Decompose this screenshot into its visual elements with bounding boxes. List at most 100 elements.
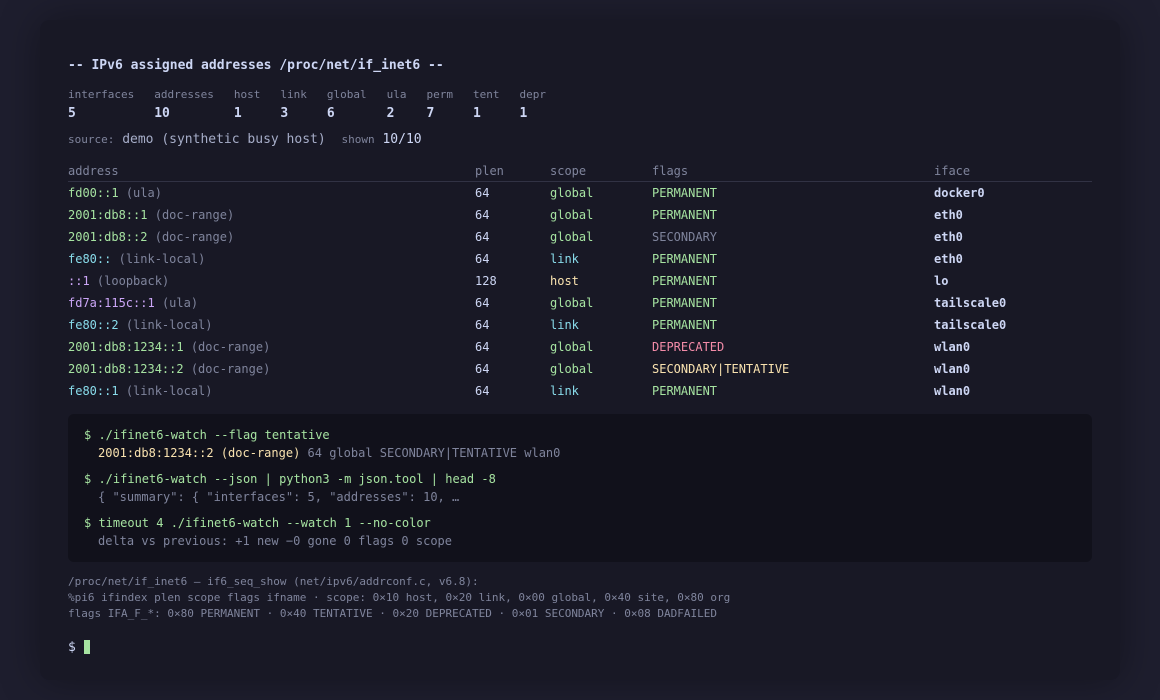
scope-cell: global: [550, 362, 594, 376]
scope-cell: link: [550, 384, 579, 398]
column-header-flags: flags: [652, 161, 934, 182]
address-cell: fe80::1 (link-local): [68, 380, 475, 402]
stat-value: 1: [472, 106, 481, 121]
column-header-iface: iface: [934, 161, 1092, 182]
plen-cell: 64: [475, 296, 490, 310]
table-row: fd00::1 (ula) 64 global PERMANENT docker…: [68, 182, 1092, 205]
address-annotation: (loopback): [96, 274, 170, 288]
stat-value: 6: [326, 106, 335, 121]
stat-perm: perm 7: [426, 88, 453, 123]
flags-cell: SECONDARY: [652, 230, 718, 244]
stat-value: 3: [280, 106, 289, 121]
iface-cell: eth0: [934, 252, 963, 266]
text-cursor: [83, 640, 90, 654]
flags-cell: PERMANENT: [652, 274, 718, 288]
address-cell: 2001:db8:1234::2 (doc-range): [68, 358, 475, 380]
output-text: 64 global SECONDARY|TENTATIVE wlan0: [300, 446, 561, 460]
flags-cell: PERMANENT: [652, 186, 718, 200]
address-value: 2001:db8:1234::2: [68, 362, 184, 376]
column-header-scope: scope: [550, 161, 652, 182]
command-history-box: $ ./ifinet6-watch --flag tentative 2001:…: [68, 414, 1092, 562]
stat-addresses: addresses 10: [154, 88, 214, 123]
plen-cell: 128: [475, 274, 497, 288]
terminal-content: -- IPv6 assigned addresses /proc/net/if_…: [68, 56, 1092, 656]
table-row: fe80:: (link-local) 64 link PERMANENT et…: [68, 248, 1092, 270]
stats-bar: interfaces 5 addresses 10 host 1 link 3 …: [68, 88, 1092, 123]
scope-cell: link: [550, 252, 579, 266]
scope-cell: global: [550, 296, 594, 310]
flags-cell: PERMANENT: [652, 318, 718, 332]
address-value: 2001:db8:1234::1: [68, 340, 184, 354]
address-value: fe80::1: [68, 384, 119, 398]
table-row: 2001:db8:1234::1 (doc-range) 64 global D…: [68, 336, 1092, 358]
iface-cell: wlan0: [934, 340, 971, 354]
stat-label: global: [326, 88, 367, 101]
table-row: 2001:db8:1234::2 (doc-range) 64 global S…: [68, 358, 1092, 380]
address-annotation: (link-local): [125, 384, 213, 398]
address-value: 2001:db8::1: [68, 208, 148, 222]
stat-interfaces: interfaces 5: [68, 88, 134, 123]
command-output: 2001:db8:1234::2 (doc-range) 64 global S…: [84, 444, 1076, 462]
prompt-symbol: $: [68, 639, 76, 655]
stat-ula: ula 2: [387, 88, 407, 123]
flags-cell: DEPRECATED: [652, 340, 725, 354]
source-value: demo (synthetic busy host): [122, 132, 326, 147]
address-table: address plen scope flags iface fd00::1 (…: [68, 161, 1092, 402]
stat-label: tent: [472, 88, 500, 101]
address-value: fe80::2: [68, 318, 119, 332]
stat-depr: depr 1: [519, 88, 546, 123]
table-row: ::1 (loopback) 128 host PERMANENT lo: [68, 270, 1092, 292]
stat-label: perm: [426, 88, 453, 101]
flags-cell: PERMANENT: [652, 252, 718, 266]
plen-cell: 64: [475, 318, 490, 332]
iface-cell: wlan0: [934, 362, 971, 376]
iface-cell: tailscale0: [934, 318, 1007, 332]
address-value: fd7a:115c::1: [68, 296, 155, 310]
iface-cell: tailscale0: [934, 296, 1007, 310]
page-title: -- IPv6 assigned addresses /proc/net/if_…: [68, 58, 444, 73]
shell-prompt[interactable]: $: [68, 638, 1092, 656]
flags-cell: PERMANENT: [652, 296, 718, 310]
address-cell: fd7a:115c::1 (ula): [68, 292, 475, 314]
address-value: ::1: [68, 274, 90, 288]
output-highlight: 2001:db8:1234::2 (doc-range): [98, 446, 301, 460]
stat-host: host 1: [234, 88, 261, 123]
address-annotation: (ula): [125, 186, 162, 200]
flags-cell: SECONDARY|TENTATIVE: [652, 362, 790, 376]
terminal-window: -- IPv6 assigned addresses /proc/net/if_…: [40, 20, 1120, 680]
address-cell: fe80:: (link-local): [68, 248, 475, 270]
footer-line: /proc/net/if_inet6 — if6_seq_show (net/i…: [68, 575, 479, 588]
shown-label: shown: [341, 133, 375, 146]
address-annotation: (ula): [161, 296, 199, 310]
table-row: fe80::2 (link-local) 64 link PERMANENT t…: [68, 314, 1092, 336]
iface-cell: lo: [934, 274, 949, 288]
address-cell: 2001:db8::1 (doc-range): [68, 204, 475, 226]
address-cell: 2001:db8::2 (doc-range): [68, 226, 475, 248]
iface-cell: wlan0: [934, 384, 971, 398]
address-cell: fd00::1 (ula): [68, 182, 475, 205]
stat-label: ula: [386, 88, 407, 101]
stat-link: link 3: [280, 88, 307, 123]
address-value: 2001:db8::2: [68, 230, 148, 244]
address-annotation: (doc-range): [154, 208, 235, 222]
address-value: fd00::1: [68, 186, 119, 200]
address-cell: 2001:db8:1234::1 (doc-range): [68, 336, 475, 358]
footer-line: flags IFA_F_*: 0×80 PERMANENT · 0×40 TEN…: [68, 607, 718, 620]
plen-cell: 64: [475, 340, 490, 354]
command-line: $ timeout 4 ./ifinet6-watch --watch 1 --…: [84, 516, 431, 530]
footer-line: %pi6 ifindex plen scope flags ifname · s…: [68, 591, 731, 604]
plen-cell: 64: [475, 384, 490, 398]
stat-value: 7: [426, 106, 435, 121]
scope-cell: host: [550, 274, 579, 288]
stat-value: 10: [154, 106, 170, 121]
address-cell: fe80::2 (link-local): [68, 314, 475, 336]
source-label: source:: [68, 133, 115, 146]
table-row: fe80::1 (link-local) 64 link PERMANENT w…: [68, 380, 1092, 402]
command-line: $ ./ifinet6-watch --json | python3 -m js…: [84, 472, 496, 486]
stat-tent: tent 1: [473, 88, 500, 123]
output-text: delta vs previous: +1 new −0 gone 0 flag…: [98, 534, 453, 548]
command-output: { "summary": { "interfaces": 5, "address…: [84, 488, 1076, 506]
stat-label: addresses: [154, 88, 214, 101]
address-value: fe80::: [68, 252, 112, 266]
column-header-address: address: [68, 161, 475, 182]
